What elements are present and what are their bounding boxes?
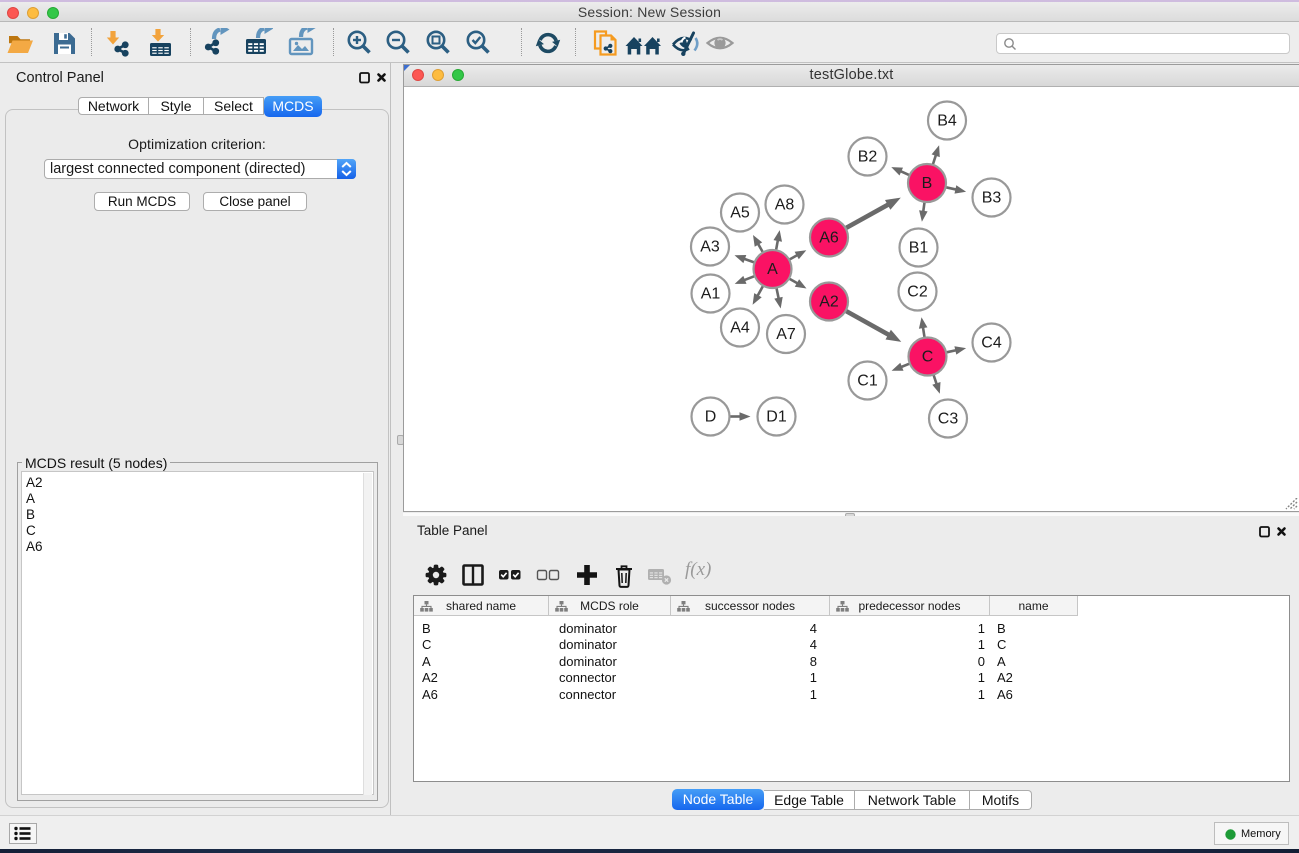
svg-text:B4: B4 bbox=[937, 113, 957, 130]
svg-text:A7: A7 bbox=[776, 326, 796, 343]
svg-text:A1: A1 bbox=[701, 286, 721, 303]
svg-text:A2: A2 bbox=[819, 294, 839, 311]
svg-text:C4: C4 bbox=[981, 335, 1002, 352]
svg-text:B: B bbox=[922, 175, 933, 192]
svg-text:B3: B3 bbox=[982, 190, 1002, 207]
svg-text:A3: A3 bbox=[700, 239, 720, 256]
svg-text:A5: A5 bbox=[730, 205, 750, 222]
svg-text:C1: C1 bbox=[857, 373, 878, 390]
svg-text:C3: C3 bbox=[938, 411, 959, 428]
svg-text:C2: C2 bbox=[907, 284, 928, 301]
svg-text:D: D bbox=[705, 409, 717, 426]
svg-text:B2: B2 bbox=[858, 149, 878, 166]
svg-text:B1: B1 bbox=[909, 240, 929, 257]
svg-text:A4: A4 bbox=[730, 320, 750, 337]
svg-text:A6: A6 bbox=[819, 230, 839, 247]
svg-text:D1: D1 bbox=[766, 409, 787, 426]
svg-text:A: A bbox=[767, 261, 778, 278]
svg-text:A8: A8 bbox=[775, 197, 795, 214]
svg-text:C: C bbox=[922, 349, 934, 366]
